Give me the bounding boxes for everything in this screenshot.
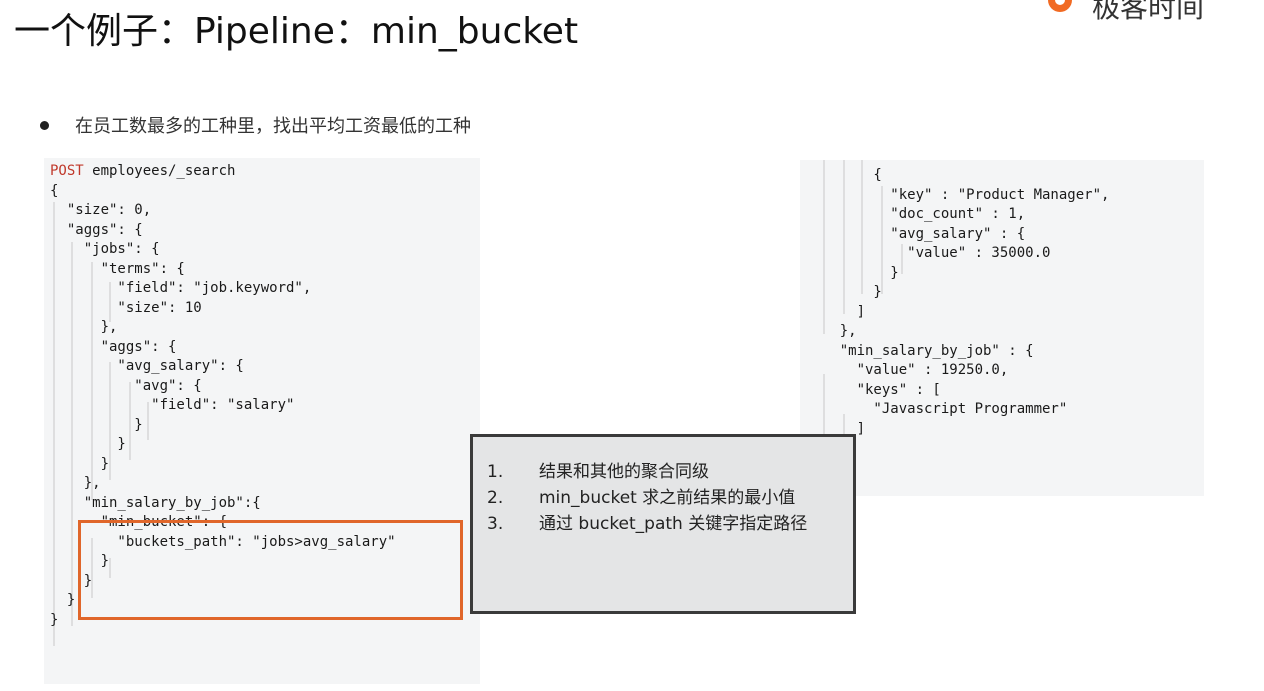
code-line: ] <box>806 303 866 320</box>
callout-number: 3. <box>487 514 504 534</box>
code-line: }, <box>50 319 118 335</box>
code-line: { <box>50 182 59 199</box>
code-line: }, <box>50 475 101 491</box>
code-line: "value" : 19250.0, <box>806 362 1009 378</box>
code-line: } <box>50 455 110 472</box>
callout-box: 1. 结果和其他的聚合同级 2. min_bucket 求之前结果的最小值 3. 通过… <box>470 434 856 614</box>
callout-item: 2. min_bucket 求之前结果的最小值 <box>487 485 839 511</box>
code-line: "doc_count" : 1, <box>806 206 1026 222</box>
response-code: { "key" : "Product Manager", "doc_count"… <box>806 166 1110 439</box>
code-line: "size": 10 <box>50 299 202 316</box>
code-line: { <box>806 167 882 183</box>
callout-text: 结果和其他的聚合同级 <box>539 462 709 482</box>
code-line: "min_salary_by_job" : { <box>806 342 1034 359</box>
code-line: POST employees/_search <box>50 163 236 179</box>
bullet-text: 在员工数最多的工种里，找出平均工资最低的工种 <box>75 116 471 137</box>
code-line: "Javascript Programmer" <box>806 401 1068 417</box>
code-line: } <box>806 284 882 300</box>
code-line: }, <box>806 323 857 339</box>
code-line: "aggs": { <box>50 221 143 238</box>
bullet-item: 在员工数最多的工种里，找出平均工资最低的工种 <box>40 112 471 138</box>
callout-number: 2. <box>487 488 504 508</box>
code-line: "field": "job.keyword", <box>50 280 312 296</box>
code-line: "size": 0, <box>50 202 152 218</box>
code-line: "value" : 35000.0 <box>806 245 1051 261</box>
code-line: } <box>50 416 143 433</box>
callout-number: 1. <box>487 462 504 482</box>
code-line: } <box>806 264 899 281</box>
code-line: "min_salary_by_job":{ <box>50 494 261 511</box>
code-line: "avg": { <box>50 377 202 394</box>
code-line: "avg_salary" : { <box>806 225 1026 242</box>
code-line: "field": "salary" <box>50 397 295 413</box>
callout-text: 通过 bucket_path 关键字指定路径 <box>539 514 808 534</box>
code-line: "terms": { <box>50 260 185 277</box>
code-line: "key" : "Product Manager", <box>806 186 1110 203</box>
callout-text: min_bucket 求之前结果的最小值 <box>539 488 796 508</box>
code-line: "aggs": { <box>50 338 177 355</box>
logo-text: 极客时间 <box>1092 0 1205 24</box>
code-line: "jobs": { <box>50 241 160 257</box>
code-line: } <box>50 436 126 452</box>
response-code-panel: { "key" : "Product Manager", "doc_count"… <box>800 160 1204 496</box>
slide-title: 一个例子：Pipeline：min_bucket <box>14 11 579 52</box>
code-line: "keys" : [ <box>806 381 941 398</box>
callout-item: 3. 通过 bucket_path 关键字指定路径 <box>487 511 839 537</box>
bullet-dot-icon <box>40 120 49 130</box>
callout-list: 1. 结果和其他的聚合同级 2. min_bucket 求之前结果的最小值 3. 通过… <box>487 459 839 537</box>
min-bucket-highlight <box>78 520 463 620</box>
code-line: "avg_salary": { <box>50 358 244 374</box>
callout-item: 1. 结果和其他的聚合同级 <box>487 459 839 485</box>
